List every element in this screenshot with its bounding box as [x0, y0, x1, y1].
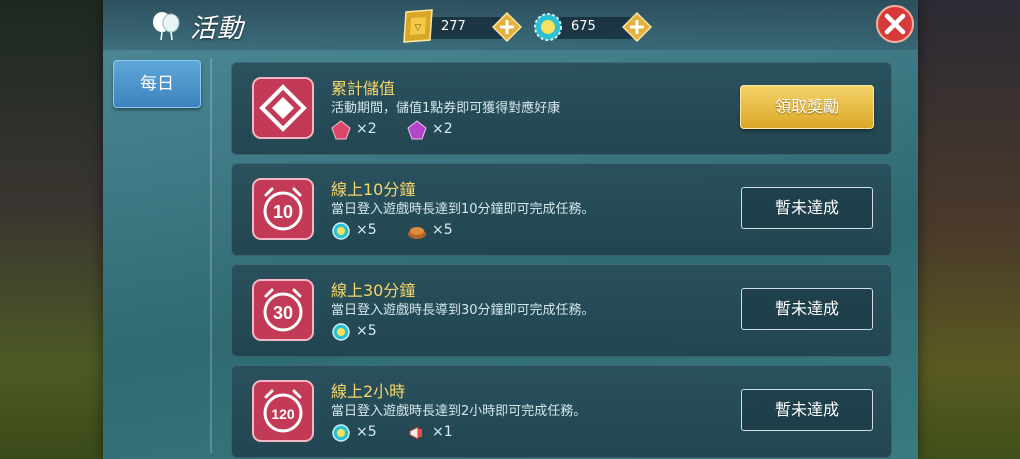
purple-gem-icon: [407, 120, 427, 140]
add-crystal-button[interactable]: [622, 12, 652, 42]
clock-icon: 120: [252, 380, 314, 442]
activity-title: 線上2小時: [331, 382, 406, 401]
reward-quantity: ×2: [432, 121, 453, 137]
not-achieved-button[interactable]: 暫未達成: [741, 389, 873, 431]
clock-badge: 120: [271, 406, 295, 422]
gold-ticket-icon: ▽: [403, 9, 433, 43]
clock-badge: 30: [273, 303, 293, 323]
reward-quantity: ×2: [356, 121, 377, 137]
activity-title: 線上30分鐘: [331, 281, 416, 300]
add-gold-ticket-button[interactable]: [492, 12, 522, 42]
activity-row: 10 線上10分鐘 當日登入遊戲時長達到10分鐘即可完成任務。 ×5 ×5 暫未…: [231, 163, 892, 256]
crystal-icon: [332, 222, 350, 240]
background-left: [0, 0, 105, 459]
activity-description: 當日登入遊戲時長達到10分鐘即可完成任務。: [331, 202, 595, 217]
red-gem-icon: [331, 120, 351, 140]
megaphone-icon: [409, 426, 422, 440]
activity-title: 累計儲值: [331, 79, 396, 98]
diamond-icon: [252, 77, 314, 139]
reward-quantity: ×5: [432, 222, 453, 238]
food-icon: [408, 227, 426, 239]
tab-daily[interactable]: 每日: [113, 60, 201, 108]
divider: [210, 58, 212, 453]
reward-quantity: ×5: [356, 222, 377, 238]
crystal-icon: [332, 424, 350, 442]
clock-badge: 10: [273, 202, 293, 222]
reward-quantity: ×5: [356, 424, 377, 440]
claim-reward-button[interactable]: 領取獎勵: [740, 85, 874, 129]
not-achieved-button[interactable]: 暫未達成: [741, 187, 873, 229]
activity-description: 當日登入遊戲時長導到30分鐘即可完成任務。: [331, 303, 595, 318]
crystal-icon: [332, 323, 350, 341]
reward-quantity: ×5: [356, 323, 377, 339]
clock-icon: 10: [252, 178, 314, 240]
activity-description: 活動期間，儲值1點券即可獲得對應好康: [331, 101, 561, 116]
crystal-icon: [534, 13, 562, 41]
close-icon[interactable]: [875, 4, 915, 44]
svg-text:▽: ▽: [415, 22, 422, 32]
activity-row: 累計儲值 活動期間，儲值1點券即可獲得對應好康 ×2 ×2 領取獎勵: [231, 62, 892, 155]
activity-row: 120 線上2小時 當日登入遊戲時長達到2小時即可完成任務。 ×5 ×1 暫未達…: [231, 365, 892, 458]
activity-title: 線上10分鐘: [331, 180, 416, 199]
clock-icon: 30: [252, 279, 314, 341]
balloon-icon: [153, 12, 180, 41]
activity-description: 當日登入遊戲時長達到2小時即可完成任務。: [331, 404, 587, 419]
background-right: [915, 0, 1020, 459]
page-title: 活動: [190, 14, 245, 44]
not-achieved-button[interactable]: 暫未達成: [741, 288, 873, 330]
gold-ticket-value: 277: [441, 19, 466, 34]
activity-row: 30 線上30分鐘 當日登入遊戲時長導到30分鐘即可完成任務。 ×5 暫未達成: [231, 264, 892, 357]
crystal-value: 675: [571, 19, 596, 34]
reward-quantity: ×1: [432, 424, 453, 440]
